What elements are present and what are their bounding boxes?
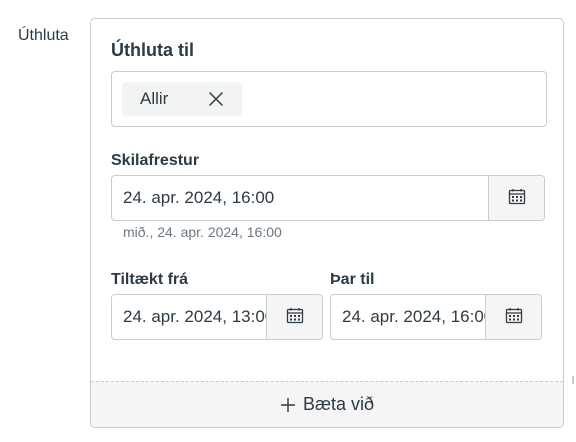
close-icon[interactable] xyxy=(208,91,224,107)
until-calendar-button[interactable] xyxy=(485,295,541,339)
due-date-hint: mið., 24. apr. 2024, 16:00 xyxy=(123,224,282,240)
available-from-label: Tiltækt frá xyxy=(111,271,189,288)
plus-icon xyxy=(280,397,296,413)
calendar-icon xyxy=(508,188,526,209)
due-date-field xyxy=(111,175,545,221)
due-date-input[interactable] xyxy=(112,176,488,220)
available-from-calendar-button[interactable] xyxy=(266,295,322,339)
assign-to-title: Úthluta til xyxy=(111,40,194,60)
assignee-tag-label: Allir xyxy=(140,89,169,108)
calendar-icon xyxy=(286,307,304,328)
until-label: Þar til xyxy=(330,271,375,288)
add-assignment-label: Bæta við xyxy=(302,394,375,414)
assign-to-input[interactable]: Allir xyxy=(111,71,547,127)
assign-row-label: Úthluta xyxy=(18,27,69,44)
scroll-edge xyxy=(572,376,574,384)
assignee-tag[interactable]: Allir xyxy=(122,82,242,116)
until-input[interactable] xyxy=(331,295,485,339)
assign-card: Úthluta til Allir Skilafrestur 24. apr. … xyxy=(90,18,564,428)
available-from-input[interactable] xyxy=(112,295,266,339)
available-from-field xyxy=(111,294,323,340)
due-date-label: Skilafrestur xyxy=(111,152,200,169)
add-assignment-button[interactable]: Bæta við xyxy=(91,381,563,427)
due-date-calendar-button[interactable] xyxy=(488,176,544,220)
until-field xyxy=(330,294,542,340)
calendar-icon xyxy=(505,307,523,328)
